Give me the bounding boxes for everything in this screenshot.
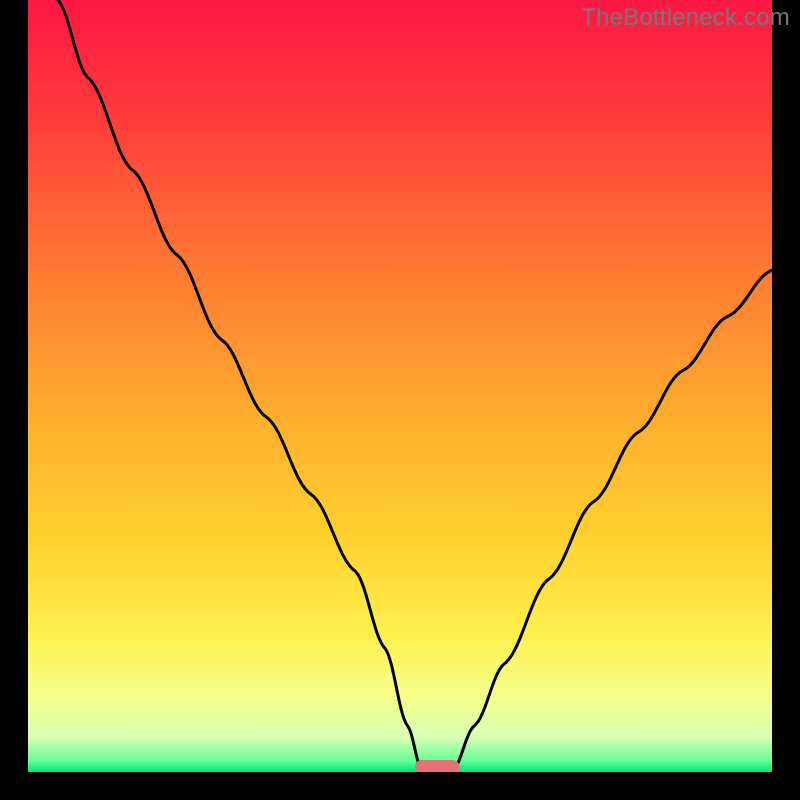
optimum-marker [415, 760, 460, 774]
gradient-background [28, 0, 772, 772]
frame-right [772, 0, 800, 800]
chart-container: TheBottleneck.com [0, 0, 800, 800]
frame-left [0, 0, 28, 800]
watermark-text: TheBottleneck.com [581, 4, 790, 32]
frame-bottom [0, 772, 800, 800]
bottleneck-chart [0, 0, 800, 800]
